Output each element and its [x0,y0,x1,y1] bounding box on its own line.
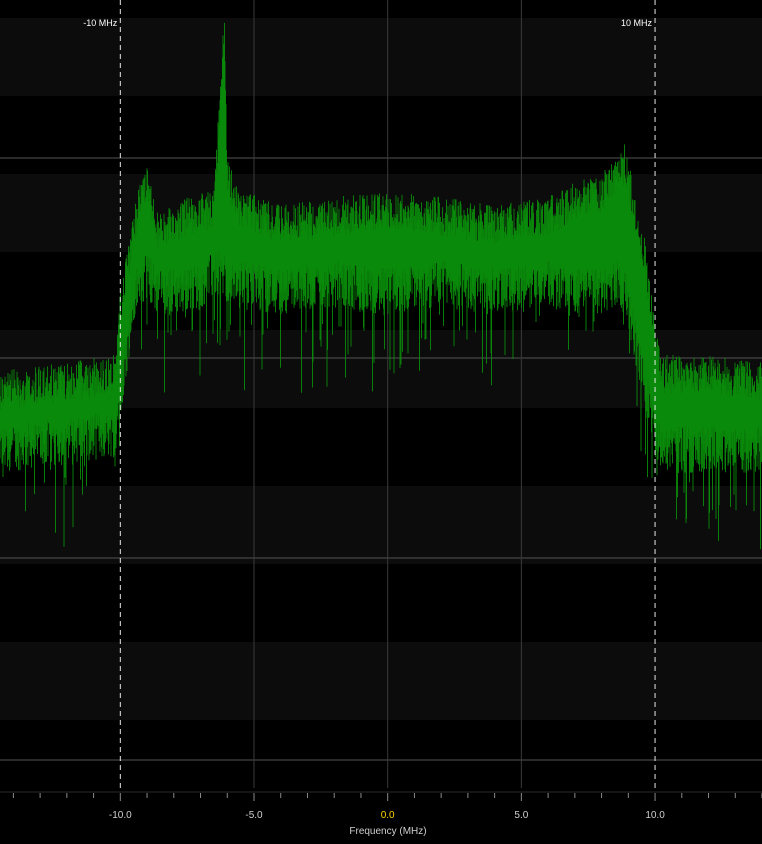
marker-label: 10 MHz [621,18,653,28]
background-band [0,486,762,564]
x-axis-tick-labels: -10.0 -5.0 0.0 5.0 10.0 [109,810,665,821]
spectrum-chart: -10 MHz 10 MHz -10.0 -5.0 0.0 5.0 10.0 Freque… [0,0,762,837]
background-band [0,96,762,174]
x-axis: -10.0 -5.0 0.0 5.0 10.0 Frequency (MHz) [0,791,762,837]
background-band [0,18,762,96]
x-axis-title: Frequency (MHz) [349,826,426,837]
x-tick-label: -5.0 [245,810,263,821]
background-band [0,642,762,720]
x-tick-label: 10.0 [645,810,665,821]
marker-label: -10 MHz [83,18,118,28]
background-band [0,564,762,642]
x-tick-label: 0.0 [381,810,395,821]
x-tick-label: -10.0 [109,810,132,821]
x-tick-label: 5.0 [514,810,528,821]
x-axis-minor-ticks [12,793,762,801]
background-band [0,720,762,788]
